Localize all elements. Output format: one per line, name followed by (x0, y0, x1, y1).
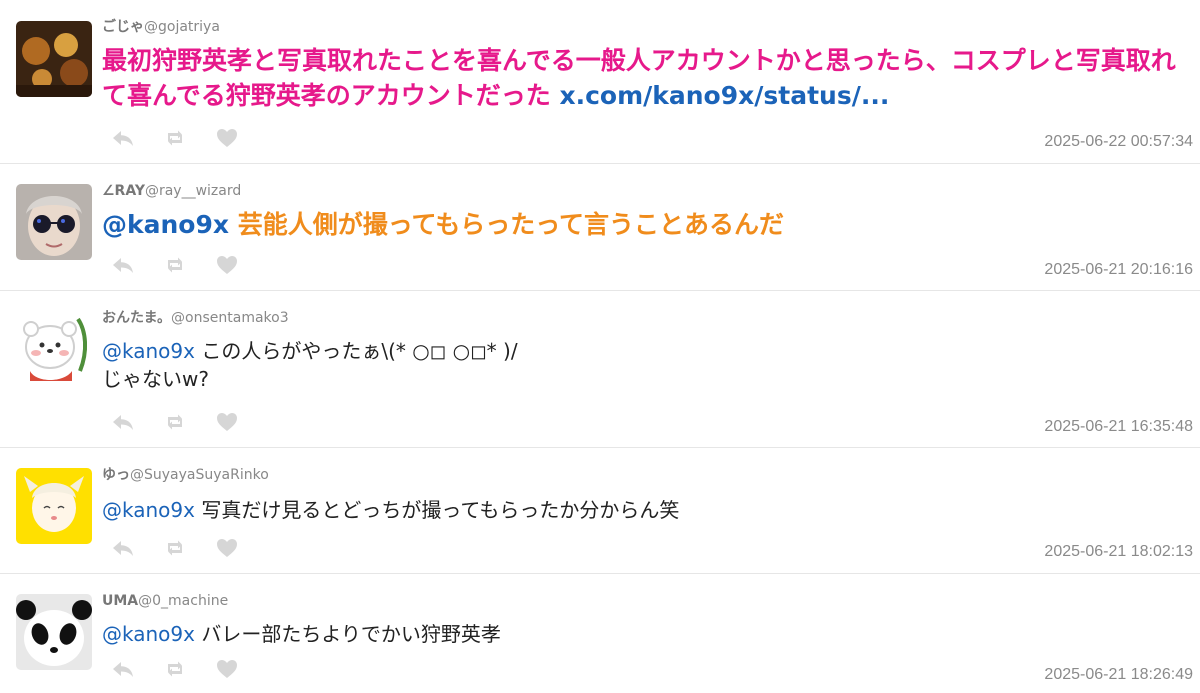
dark-photo-avatar-image (16, 21, 92, 97)
user-handle[interactable]: @gojatriya (144, 19, 220, 35)
user-line: ∠RAY@ray__wizard (102, 182, 1192, 200)
white-bear-avatar-image (16, 311, 92, 387)
display-name[interactable]: ごじゃ (102, 19, 144, 35)
retweet-icon (168, 130, 182, 146)
heart-icon (217, 129, 237, 147)
retweet-button[interactable] (164, 537, 216, 559)
avatar[interactable] (16, 21, 92, 97)
user-line: UMA@0_machine (102, 592, 1192, 610)
reply-button[interactable] (112, 658, 164, 680)
reply-icon (113, 541, 133, 556)
reply-button[interactable] (112, 127, 164, 149)
tweet-text: @kano9x この人らがやったぁ\(* ○◻︎ ○◻︎* )/ じゃないw? (102, 337, 1192, 393)
tweet-text: @kano9x バレー部たちよりでかい狩野英孝 (102, 620, 1192, 648)
avatar[interactable] (16, 594, 92, 670)
retweet-button[interactable] (164, 411, 216, 433)
heart-icon (217, 660, 237, 678)
display-name[interactable]: ∠RAY (102, 183, 145, 199)
tweet-text-content: じゃないw? (102, 367, 209, 391)
user-line: おんたま。@onsentamako3 (102, 309, 1192, 327)
retweet-icon (168, 661, 182, 677)
tweet-item: おんたま。@onsentamako3 @kano9x この人らがやったぁ\(* … (0, 291, 1200, 448)
tweet-text-content: この人らがやったぁ\(* ○◻︎ ○◻︎* )/ (194, 339, 518, 363)
tweet-timestamp[interactable]: 2025-06-21 20:16:16 (1044, 260, 1193, 280)
tweet-item: ゆっ@SuyayaSuyaRinko @kano9x 写真だけ見るとどっちが撮っ… (0, 448, 1200, 574)
tweet-text-content: 写真だけ見るとどっちが撮ってもらったか分からん笑 (194, 498, 680, 522)
retweet-icon (168, 540, 182, 556)
retweet-icon (168, 257, 182, 273)
reply-icon (113, 662, 133, 677)
display-name[interactable]: UMA (102, 593, 138, 609)
reply-button[interactable] (112, 411, 164, 433)
mention-link[interactable]: @kano9x (102, 622, 195, 646)
like-button[interactable] (216, 537, 268, 559)
tweet-text-content: 芸能人側が撮ってもらったって言うことあるんだ (229, 210, 784, 239)
reply-icon (113, 258, 133, 273)
tweet-actions (112, 658, 268, 680)
like-button[interactable] (216, 127, 268, 149)
retweet-button[interactable] (164, 127, 216, 149)
tweet-item: ごじゃ@gojatriya 最初狩野英孝と写真取れたことを喜んでる一般人アカウン… (0, 0, 1200, 164)
reply-button[interactable] (112, 254, 164, 276)
user-handle[interactable]: @ray__wizard (145, 183, 241, 199)
heart-icon (217, 413, 237, 431)
tweet-actions (112, 537, 268, 559)
tweet-item: UMA@0_machine @kano9x バレー部たちよりでかい狩野英孝 20… (0, 574, 1200, 693)
tweet-timestamp[interactable]: 2025-06-21 16:35:48 (1044, 417, 1193, 437)
reply-icon (113, 131, 133, 146)
tweet-actions (112, 254, 268, 276)
user-handle[interactable]: @onsentamako3 (171, 310, 289, 326)
tweet-timestamp[interactable]: 2025-06-21 18:02:13 (1044, 542, 1193, 562)
reply-icon (113, 415, 133, 430)
retweet-icon (168, 414, 182, 430)
retweet-button[interactable] (164, 254, 216, 276)
mention-link[interactable]: @kano9x (102, 339, 195, 363)
like-button[interactable] (216, 254, 268, 276)
tweet-timestamp[interactable]: 2025-06-22 00:57:34 (1044, 132, 1193, 152)
heart-icon (217, 539, 237, 557)
yellow-character-avatar-image (16, 468, 92, 544)
avatar[interactable] (16, 311, 92, 387)
mention-link[interactable]: @kano9x (102, 498, 195, 522)
tweet-item: ∠RAY@ray__wizard @kano9x 芸能人側が撮ってもらったって言… (0, 164, 1200, 291)
reply-button[interactable] (112, 537, 164, 559)
tweet-text: @kano9x 写真だけ見るとどっちが撮ってもらったか分からん笑 (102, 496, 1192, 524)
status-link[interactable]: x.com/kano9x/status/... (559, 81, 889, 110)
tweet-text-content: バレー部たちよりでかい狩野英孝 (194, 622, 501, 646)
tweet-timestamp[interactable]: 2025-06-21 18:26:49 (1044, 665, 1193, 685)
tweet-timeline: ごじゃ@gojatriya 最初狩野英孝と写真取れたことを喜んでる一般人アカウン… (0, 0, 1200, 693)
sunglasses-avatar-image (16, 184, 92, 260)
user-line: ごじゃ@gojatriya (102, 18, 1192, 36)
tweet-actions (112, 411, 268, 433)
tweet-text: 最初狩野英孝と写真取れたことを喜んでる一般人アカウントかと思ったら、コスプレと写… (102, 43, 1192, 113)
user-handle[interactable]: @0_machine (138, 593, 228, 609)
like-button[interactable] (216, 411, 268, 433)
heart-icon (217, 256, 237, 274)
tweet-actions (112, 127, 268, 149)
retweet-button[interactable] (164, 658, 216, 680)
user-line: ゆっ@SuyayaSuyaRinko (102, 466, 1192, 484)
user-handle[interactable]: @SuyayaSuyaRinko (130, 467, 269, 483)
avatar[interactable] (16, 184, 92, 260)
mention-link[interactable]: @kano9x (102, 210, 229, 239)
panda-avatar-image (16, 594, 92, 670)
display-name[interactable]: おんたま。 (102, 310, 171, 326)
tweet-text: @kano9x 芸能人側が撮ってもらったって言うことあるんだ (102, 207, 1192, 242)
like-button[interactable] (216, 658, 268, 680)
display-name[interactable]: ゆっ (102, 467, 130, 483)
avatar[interactable] (16, 468, 92, 544)
